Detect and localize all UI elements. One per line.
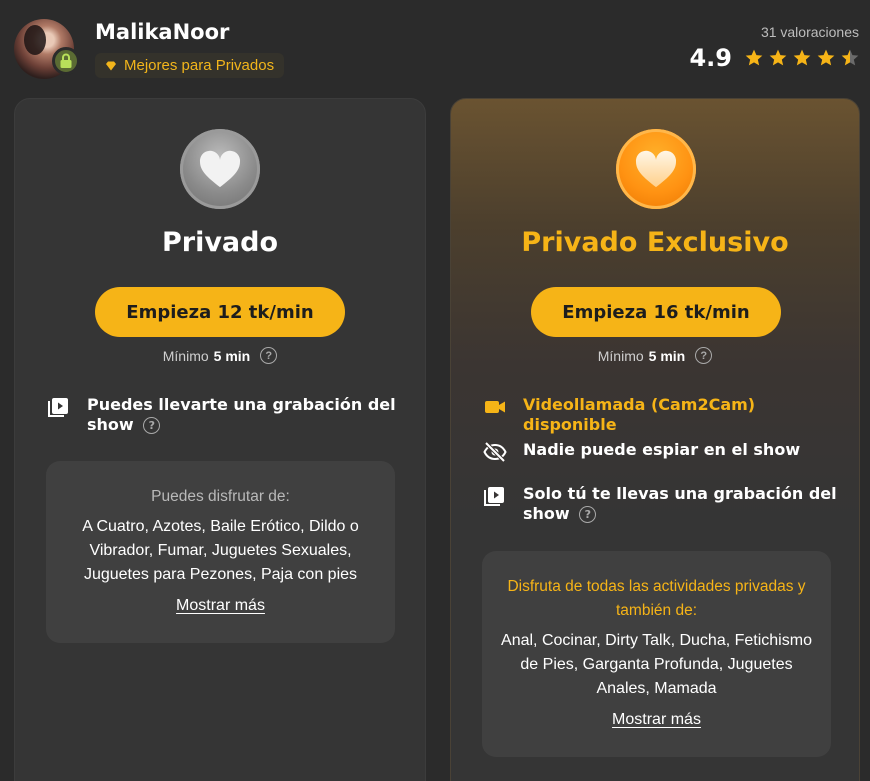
star-icon — [745, 49, 763, 66]
eye-off-icon — [483, 441, 507, 463]
help-icon[interactable]: ? — [260, 347, 278, 364]
help-icon[interactable]: ? — [695, 347, 713, 364]
recording-icon — [484, 487, 504, 506]
video-camera-icon — [485, 401, 505, 413]
minimum-duration: Mínimo 5 min ? — [15, 347, 425, 364]
minimum-value: 5 min — [213, 347, 251, 364]
start-exclusive-button[interactable]: Empieza 16 tk/min — [531, 287, 781, 337]
help-icon[interactable]: ? — [143, 417, 161, 434]
show-more-link[interactable]: Mostrar más — [176, 597, 265, 615]
show-more-link[interactable]: Mostrar más — [612, 711, 701, 729]
recording-icon — [48, 398, 68, 417]
minimum-value: 5 min — [648, 347, 686, 364]
activities-panel: Puedes disfrutar de: A Cuatro, Azotes, B… — [46, 461, 395, 643]
badge-label: Mejores para Privados — [124, 57, 275, 74]
card-title: Privado — [161, 227, 279, 258]
star-icon — [769, 49, 787, 66]
feature-item: Nadie puede espiar en el show — [483, 440, 839, 464]
minimum-label: Mínimo — [162, 347, 209, 364]
rating-value: 4.9 — [689, 44, 732, 72]
activities-list: A Cuatro, Azotes, Baile Erótico, Dildo o… — [82, 518, 359, 583]
exclusive-private-show-card: Privado Exclusivo Empieza 16 tk/min Míni… — [450, 98, 860, 781]
activities-list: Anal, Cocinar, Dirty Talk, Ducha, Fetich… — [501, 632, 812, 697]
star-icon — [817, 49, 835, 66]
feature-item: Videollamada (Cam2Cam) disponible — [483, 395, 839, 435]
card-title: Privado Exclusivo — [521, 227, 789, 258]
feature-item: Puedes llevarte una grabación del show ? — [47, 395, 405, 435]
feature-text: Nadie puede espiar en el show — [523, 440, 801, 459]
best-for-private-badge: Mejores para Privados — [95, 53, 285, 78]
help-icon[interactable]: ? — [579, 506, 597, 523]
minimum-label: Mínimo — [597, 347, 644, 364]
activities-heading: Puedes disfrutar de: — [151, 488, 290, 505]
feature-text: Solo tú te llevas una grabación del show — [523, 484, 837, 523]
diamond-icon — [106, 61, 116, 70]
feature-text: Puedes llevarte una grabación del show — [87, 395, 396, 434]
rating: 4.9 — [689, 44, 860, 72]
star-icon — [793, 49, 811, 66]
activities-panel: Disfruta de todas las actividades privad… — [482, 551, 831, 757]
ratings-count[interactable]: 31 valoraciones — [761, 24, 859, 40]
lock-icon — [52, 47, 80, 75]
half-star-icon — [841, 49, 859, 66]
heart-icon — [180, 129, 260, 209]
start-private-button[interactable]: Empieza 12 tk/min — [95, 287, 345, 337]
feature-text: Videollamada (Cam2Cam) disponible — [523, 395, 756, 434]
model-name[interactable]: MalikaNoor — [95, 20, 229, 44]
heart-icon — [616, 129, 696, 209]
minimum-duration: Mínimo 5 min ? — [451, 347, 859, 364]
activities-heading: Disfruta de todas las actividades privad… — [507, 578, 806, 619]
private-show-card: Privado Empieza 12 tk/min Mínimo 5 min ?… — [14, 98, 426, 781]
feature-item: Solo tú te llevas una grabación del show… — [483, 484, 839, 524]
model-header: MalikaNoor Mejores para Privados 31 valo… — [0, 0, 870, 98]
